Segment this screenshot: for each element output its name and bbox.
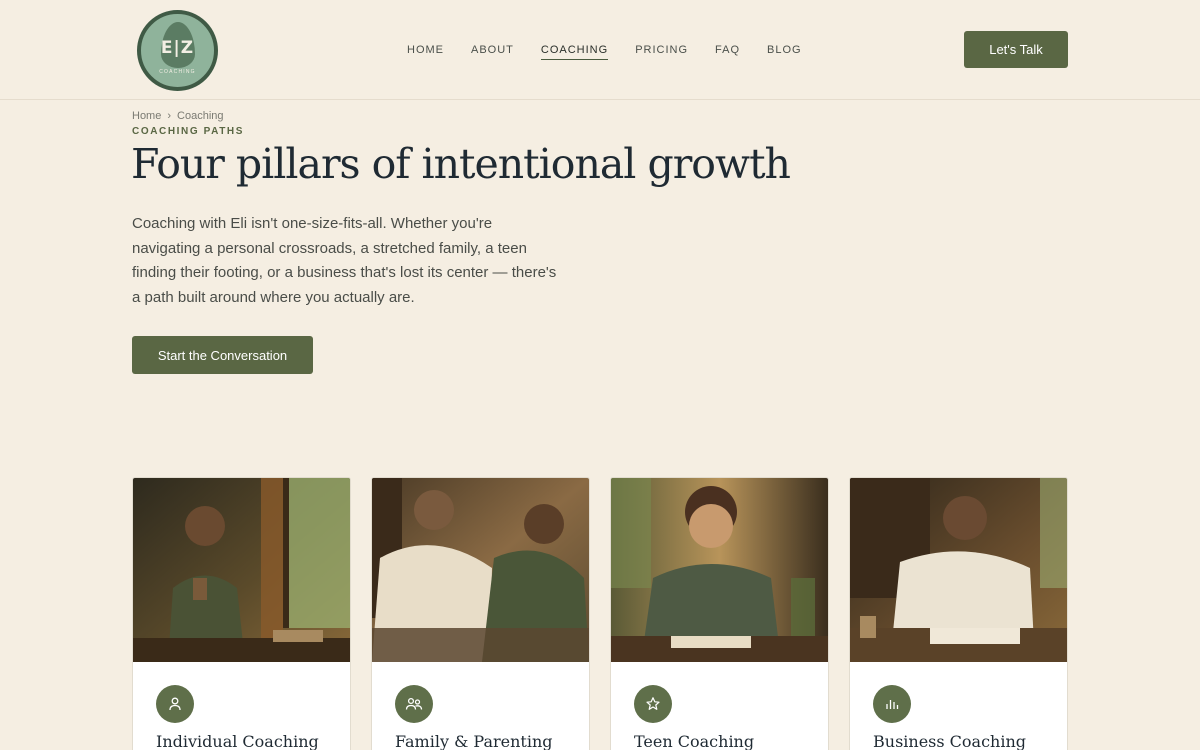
card-photo	[850, 478, 1067, 662]
lets-talk-button[interactable]: Let's Talk	[964, 31, 1068, 68]
nav-blog[interactable]: BLOG	[767, 44, 802, 60]
card-photo	[611, 478, 828, 662]
card-title: Family & Parenting	[395, 732, 553, 750]
breadcrumb-home[interactable]: Home	[132, 110, 161, 122]
breadcrumb-separator: ›	[167, 110, 172, 122]
breadcrumb-current: Coaching	[177, 110, 224, 122]
card-individual-coaching[interactable]: Individual Coaching	[132, 477, 351, 750]
page-title: Four pillars of intentional growth	[131, 140, 791, 188]
breadcrumb: Home › Coaching	[132, 110, 224, 122]
card-teen-coaching[interactable]: Teen Coaching	[610, 477, 829, 750]
logo-subtitle: COACHING	[159, 69, 196, 75]
card-title: Business Coaching	[873, 732, 1027, 750]
card-title: Teen Coaching	[634, 732, 755, 750]
section-eyebrow: COACHING PATHS	[132, 126, 245, 137]
site-header: E|Z COACHING HOME ABOUT COACHING PRICING…	[0, 0, 1200, 100]
start-conversation-button[interactable]: Start the Conversation	[132, 336, 313, 374]
nav-about[interactable]: ABOUT	[471, 44, 514, 60]
nav-faq[interactable]: FAQ	[715, 44, 740, 60]
people-icon	[395, 685, 433, 723]
logo-initials: E|Z	[160, 38, 195, 58]
nav-coaching[interactable]: COACHING	[540, 44, 609, 60]
nav-home[interactable]: HOME	[407, 44, 444, 60]
main-nav: HOME ABOUT COACHING PRICING FAQ BLOG	[407, 44, 829, 60]
card-business-coaching[interactable]: Business Coaching	[849, 477, 1068, 750]
star-icon	[634, 685, 672, 723]
card-photo	[372, 478, 589, 662]
bar-chart-icon	[873, 685, 911, 723]
card-family-parenting[interactable]: Family & Parenting	[371, 477, 590, 750]
card-title: Individual Coaching	[156, 732, 319, 750]
brand-logo[interactable]: E|Z COACHING	[137, 10, 218, 91]
hero-description: Coaching with Eli isn't one-size-fits-al…	[132, 215, 557, 306]
card-photo	[133, 478, 350, 662]
person-icon	[156, 685, 194, 723]
nav-pricing[interactable]: PRICING	[635, 44, 688, 60]
